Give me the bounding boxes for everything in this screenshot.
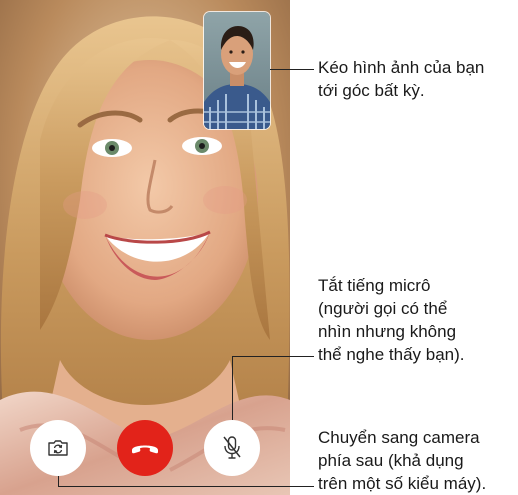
phone-hangup-icon (132, 445, 158, 454)
mute-button[interactable] (204, 420, 260, 476)
callout-line-pip (270, 69, 314, 70)
mute-callout: Tắt tiếng micrô (người gọi có thể nhìn n… (318, 276, 465, 364)
drag-pip-callout: Kéo hình ảnh của bạn tới góc bất kỳ. (318, 58, 485, 100)
callout-line-switch-vertical (58, 476, 59, 486)
microphone-muted-icon (223, 436, 241, 459)
callout-line-mute (232, 356, 314, 357)
callout-line-mute-vertical (232, 356, 233, 420)
callout-line-switch (58, 486, 314, 487)
self-view-pip[interactable] (204, 12, 270, 129)
facetime-call-screen: Kéo hình ảnh của bạn tới góc bất kỳ. Tắt… (0, 0, 518, 495)
switch-camera-callout: Chuyển sang camera phía sau (khả dụng tr… (318, 428, 487, 493)
switch-camera-button[interactable] (30, 420, 86, 476)
end-call-button[interactable] (117, 420, 173, 476)
self-view-image (204, 12, 270, 129)
camera-flip-icon (48, 440, 68, 456)
